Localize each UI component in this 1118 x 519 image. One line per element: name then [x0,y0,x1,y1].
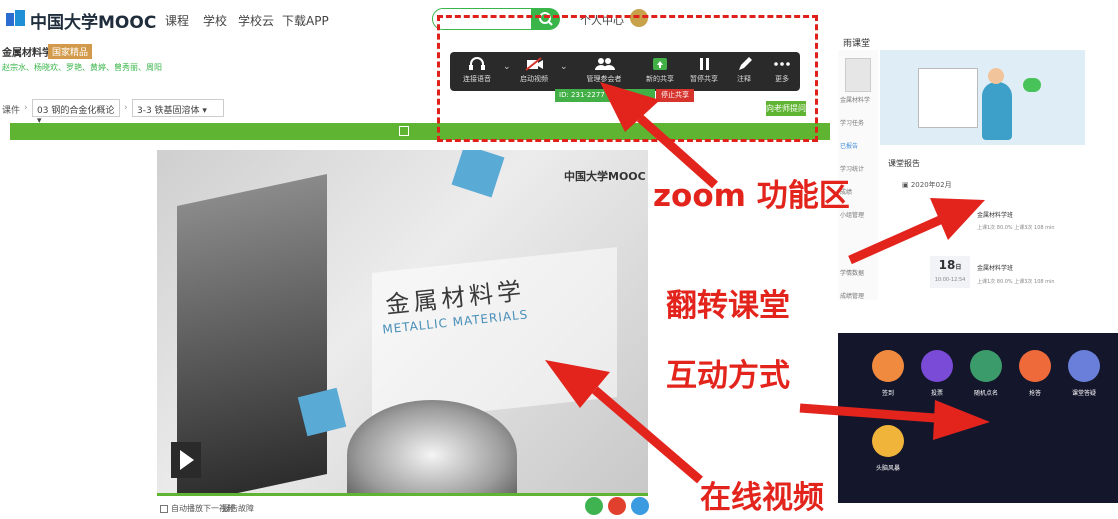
flip-sidebar-item[interactable]: 金属材料学 [840,95,870,104]
chat-bubble-icon [1023,78,1041,92]
vote-icon [921,350,953,382]
video-watermark-logo: 中国大学MOOC [564,170,646,183]
flip-row-meta: 上课1次 80.0% 上课3次 108 min [977,279,1055,285]
flip-teacher-head-graphic [988,68,1004,84]
flip-sidebar-item[interactable]: 已报告 [840,141,858,150]
flip-date-box: 18日 10:00-12:54 [930,256,970,288]
flip-date-sub: 10:00-12:54 [934,277,966,283]
random-call-icon [970,350,1002,382]
flip-report-date-text: 2020年02月 [910,181,952,189]
weibo-share-icon[interactable] [608,497,626,515]
chapter-select[interactable]: 03 钢的合金化概论 ▾ [32,99,120,126]
mooc-logo[interactable]: 中国大学MOOC [30,8,156,33]
flip-logo: 雨课堂 [843,39,871,49]
flip-sidebar-item[interactable]: 成绩管理 [840,291,864,300]
interaction-vote-button[interactable]: 投票 [917,350,957,397]
chapter-select-label: 03 钢的合金化概论 [37,106,115,116]
flip-course-cover [845,58,871,92]
nav-download-app[interactable]: 下载APP [282,12,329,29]
flip-row-meta: 上课1次 80.0% 上课3次 108 min [977,225,1055,231]
course-badge: 国家精品 [48,44,93,59]
interaction-random-call-button[interactable]: 随机点名 [966,350,1006,397]
flip-row-title[interactable]: 金属材料学班 [977,210,1013,219]
annotation-video-label: 在线视频 [700,480,824,516]
breadcrumb-lead: 课件 [2,106,21,116]
flip-sidebar-item[interactable]: 学习任务 [840,118,864,127]
nav-course[interactable]: 课程 [165,12,189,29]
interaction-checkin-button[interactable]: 签到 [868,350,908,397]
flip-teacher-graphic [982,82,1012,140]
flip-date-unit: 日 [955,264,962,271]
interaction-qa-button[interactable]: 课堂答疑 [1064,350,1104,397]
flip-report-date: ▣ 2020年02月 [902,181,952,189]
interaction-brainstorm-button[interactable]: 头脑风暴 [868,425,908,472]
nav-school-cloud[interactable]: 学校云 [238,12,274,29]
zoom-highlight-box [437,15,818,142]
video-player[interactable]: 中国大学MOOC 金属材料学 METALLIC MATERIALS [157,150,648,495]
annotation-interact-label: 互动方式 [666,358,790,394]
interaction-label: 抢答 [1028,390,1041,397]
annotation-zoom-label: zoom 功能区 [653,178,850,214]
question-icon [1068,350,1100,382]
checkbox-icon [160,504,168,513]
interaction-label: 头脑风暴 [875,465,900,472]
play-icon [180,450,194,470]
stopwatch-icon [1019,350,1051,382]
course-teachers[interactable]: 赵宗水、杨晓欢、罗艳、黄婷、曾秀丽、周阳 [2,62,162,73]
interaction-label: 签到 [881,390,894,397]
course-title: 金属材料学 [2,48,52,59]
interaction-quick-answer-button[interactable]: 抢答 [1015,350,1055,397]
wechat-share-icon[interactable] [585,497,603,515]
nav-school[interactable]: 学校 [203,12,227,29]
breadcrumb-separator: › [24,103,28,113]
flip-report-title: 课堂报告 [888,159,920,168]
location-pin-icon [872,350,904,382]
flip-whiteboard-graphic [918,68,978,128]
unit-bar-icon[interactable] [399,126,409,136]
lightbulb-icon [872,425,904,457]
breadcrumb-separator: › [124,103,128,113]
interaction-label: 随机点名 [973,390,998,397]
section-select-label: 3-3 铁基固溶体 [137,106,200,116]
report-issue-link[interactable]: 报告故障 [222,503,254,514]
interaction-label: 课堂答疑 [1071,390,1096,397]
mooc-logo-icon [6,10,25,26]
interaction-label: 投票 [930,390,943,397]
qq-share-icon[interactable] [631,497,649,515]
flip-date-digits: 18 [938,258,956,272]
video-progress-bar[interactable] [157,493,648,496]
section-select[interactable]: 3-3 铁基固溶体 ▾ [132,99,224,117]
flip-date-number: 18日 [930,256,970,277]
flip-row-title[interactable]: 金属材料学班 [977,263,1013,272]
annotation-flip-label: 翻转课堂 [666,288,790,324]
flip-sidebar-item[interactable]: 学情数据 [840,268,864,277]
